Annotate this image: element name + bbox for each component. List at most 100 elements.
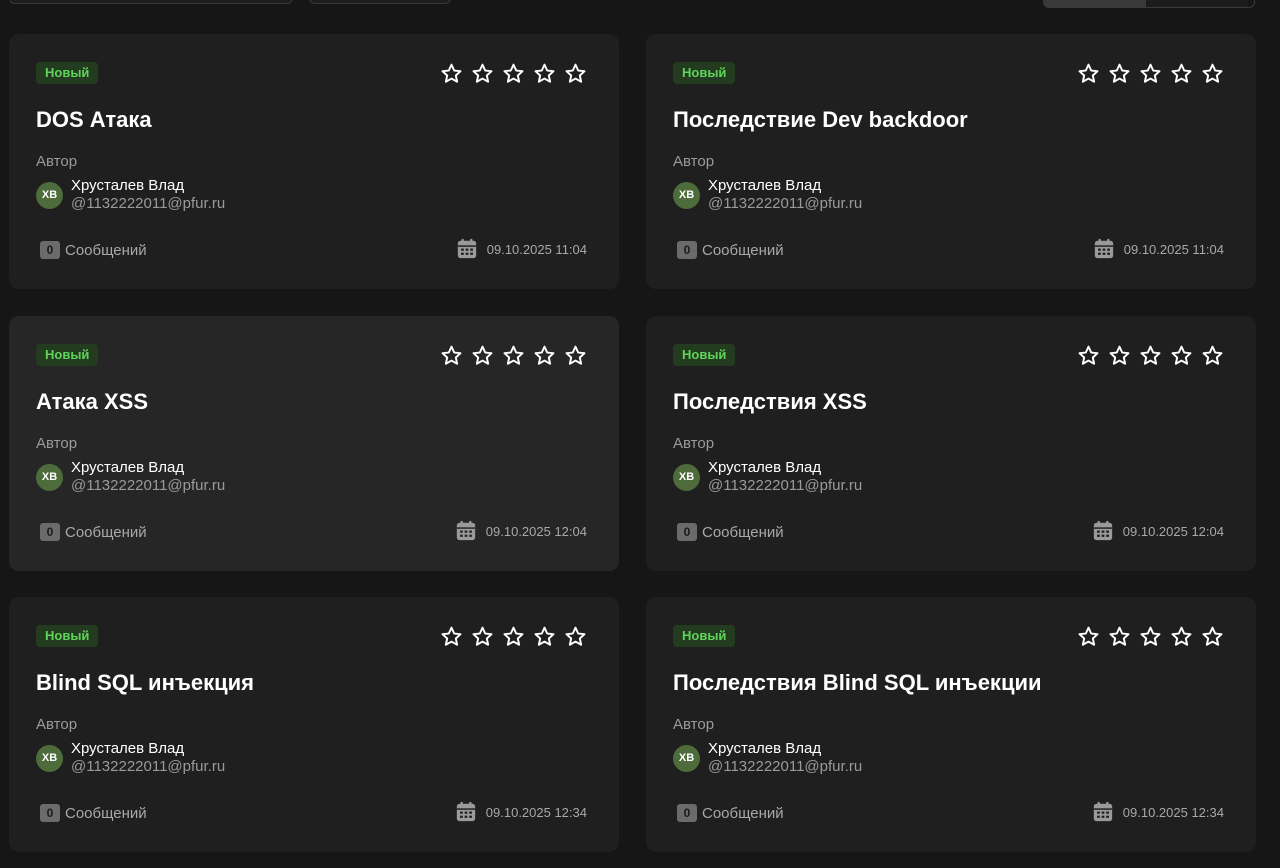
status-badge: Новый	[36, 625, 99, 647]
star-outline-icon[interactable]	[440, 62, 463, 85]
rating-stars[interactable]	[440, 344, 587, 367]
messages-info: 0 Сообщений	[677, 804, 784, 822]
date-text: 09.10.2025 11:04	[1123, 241, 1224, 257]
ticket-card[interactable]: Новый Последствия XSS Автор ХВ Хрусталев…	[646, 316, 1256, 571]
star-outline-icon[interactable]	[1201, 625, 1224, 648]
messages-count-badge: 0	[677, 804, 697, 822]
ticket-date: 09.10.2025 11:04	[456, 238, 587, 260]
star-outline-icon[interactable]	[533, 62, 556, 85]
author-label: Автор	[36, 716, 78, 733]
star-outline-icon[interactable]	[1201, 344, 1224, 367]
calendar-icon	[457, 238, 476, 259]
star-outline-icon[interactable]	[1108, 344, 1131, 367]
author-name: Хрусталев Влад	[71, 740, 185, 757]
ticket-title[interactable]: Последствие Dev backdoor	[673, 107, 968, 133]
star-outline-icon[interactable]	[1170, 62, 1193, 85]
star-outline-icon[interactable]	[1201, 62, 1224, 85]
messages-info: 0 Сообщений	[40, 804, 147, 822]
rating-stars[interactable]	[440, 625, 587, 648]
ticket-card[interactable]: Новый Атака XSS Автор ХВ Хрусталев Влад …	[9, 316, 619, 571]
star-outline-icon[interactable]	[564, 344, 587, 367]
calendar-icon	[1093, 520, 1112, 541]
star-outline-icon[interactable]	[1077, 62, 1100, 85]
star-outline-icon[interactable]	[471, 344, 494, 367]
author-name: Хрусталев Влад	[708, 740, 822, 757]
star-outline-icon[interactable]	[1077, 625, 1100, 648]
messages-info: 0 Сообщений	[677, 523, 784, 541]
calendar-icon	[456, 801, 475, 822]
messages-label: Сообщений	[702, 804, 784, 822]
author-name: Хрусталев Влад	[71, 459, 185, 476]
author-email: @1132222011@pfur.ru	[71, 195, 226, 212]
star-outline-icon[interactable]	[1139, 344, 1162, 367]
ticket-title[interactable]: Последствия XSS	[673, 389, 867, 415]
view-toggle-option[interactable]	[1146, 0, 1248, 7]
star-outline-icon[interactable]	[1170, 625, 1193, 648]
star-outline-icon[interactable]	[1108, 62, 1131, 85]
star-outline-icon[interactable]	[471, 62, 494, 85]
star-outline-icon[interactable]	[502, 625, 525, 648]
star-outline-icon[interactable]	[1139, 625, 1162, 648]
author-label: Автор	[673, 435, 715, 452]
author-label: Автор	[673, 153, 715, 170]
author-email: @1132222011@pfur.ru	[708, 195, 863, 212]
view-toggle[interactable]	[1043, 0, 1255, 8]
star-outline-icon[interactable]	[502, 344, 525, 367]
star-outline-icon[interactable]	[1139, 62, 1162, 85]
rating-stars[interactable]	[1077, 344, 1224, 367]
avatar: ХВ	[36, 464, 63, 491]
author-label: Автор	[36, 153, 78, 170]
rating-stars[interactable]	[440, 62, 587, 85]
messages-label: Сообщений	[65, 523, 147, 541]
top-toolbar	[0, 0, 1280, 12]
star-outline-icon[interactable]	[1108, 625, 1131, 648]
star-outline-icon[interactable]	[564, 62, 587, 85]
messages-label: Сообщений	[702, 241, 784, 259]
star-outline-icon[interactable]	[533, 625, 556, 648]
star-outline-icon[interactable]	[471, 625, 494, 648]
messages-count-badge: 0	[40, 241, 60, 259]
messages-label: Сообщений	[65, 241, 147, 259]
author-name: Хрусталев Влад	[708, 459, 822, 476]
ticket-card[interactable]: Новый DOS Атака Автор ХВ Хрусталев Влад …	[9, 34, 619, 289]
view-toggle-option-active[interactable]	[1044, 0, 1146, 7]
avatar: ХВ	[673, 182, 700, 209]
ticket-date: 09.10.2025 12:04	[455, 520, 587, 542]
date-text: 09.10.2025 12:34	[485, 804, 587, 820]
author-name: Хрусталев Влад	[71, 177, 185, 194]
avatar: ХВ	[673, 464, 700, 491]
filter-select[interactable]	[309, 0, 451, 4]
ticket-card[interactable]: Новый Последствие Dev backdoor Автор ХВ …	[646, 34, 1256, 289]
ticket-title[interactable]: DOS Атака	[36, 107, 152, 133]
ticket-card[interactable]: Новый Последствия Blind SQL инъекции Авт…	[646, 597, 1256, 852]
search-input[interactable]	[9, 0, 293, 4]
ticket-title[interactable]: Blind SQL инъекция	[36, 670, 254, 696]
star-outline-icon[interactable]	[533, 344, 556, 367]
author-email: @1132222011@pfur.ru	[708, 758, 863, 775]
star-outline-icon[interactable]	[1170, 344, 1193, 367]
star-outline-icon[interactable]	[440, 344, 463, 367]
ticket-date: 09.10.2025 12:34	[455, 801, 587, 823]
messages-label: Сообщений	[702, 523, 784, 541]
ticket-title[interactable]: Последствия Blind SQL инъекции	[673, 670, 1042, 696]
messages-info: 0 Сообщений	[40, 241, 147, 259]
ticket-title[interactable]: Атака XSS	[36, 389, 148, 415]
calendar-icon	[456, 520, 475, 541]
rating-stars[interactable]	[1077, 625, 1224, 648]
author-email: @1132222011@pfur.ru	[71, 758, 226, 775]
messages-count-badge: 0	[40, 804, 60, 822]
date-text: 09.10.2025 11:04	[486, 241, 587, 257]
star-outline-icon[interactable]	[564, 625, 587, 648]
ticket-date: 09.10.2025 12:34	[1092, 801, 1224, 823]
messages-label: Сообщений	[65, 804, 147, 822]
avatar: ХВ	[36, 182, 63, 209]
date-text: 09.10.2025 12:04	[485, 523, 587, 539]
date-text: 09.10.2025 12:34	[1122, 804, 1224, 820]
star-outline-icon[interactable]	[502, 62, 525, 85]
star-outline-icon[interactable]	[440, 625, 463, 648]
star-outline-icon[interactable]	[1077, 344, 1100, 367]
rating-stars[interactable]	[1077, 62, 1224, 85]
ticket-card[interactable]: Новый Blind SQL инъекция Автор ХВ Хруста…	[9, 597, 619, 852]
author-label: Автор	[36, 435, 78, 452]
messages-count-badge: 0	[40, 523, 60, 541]
